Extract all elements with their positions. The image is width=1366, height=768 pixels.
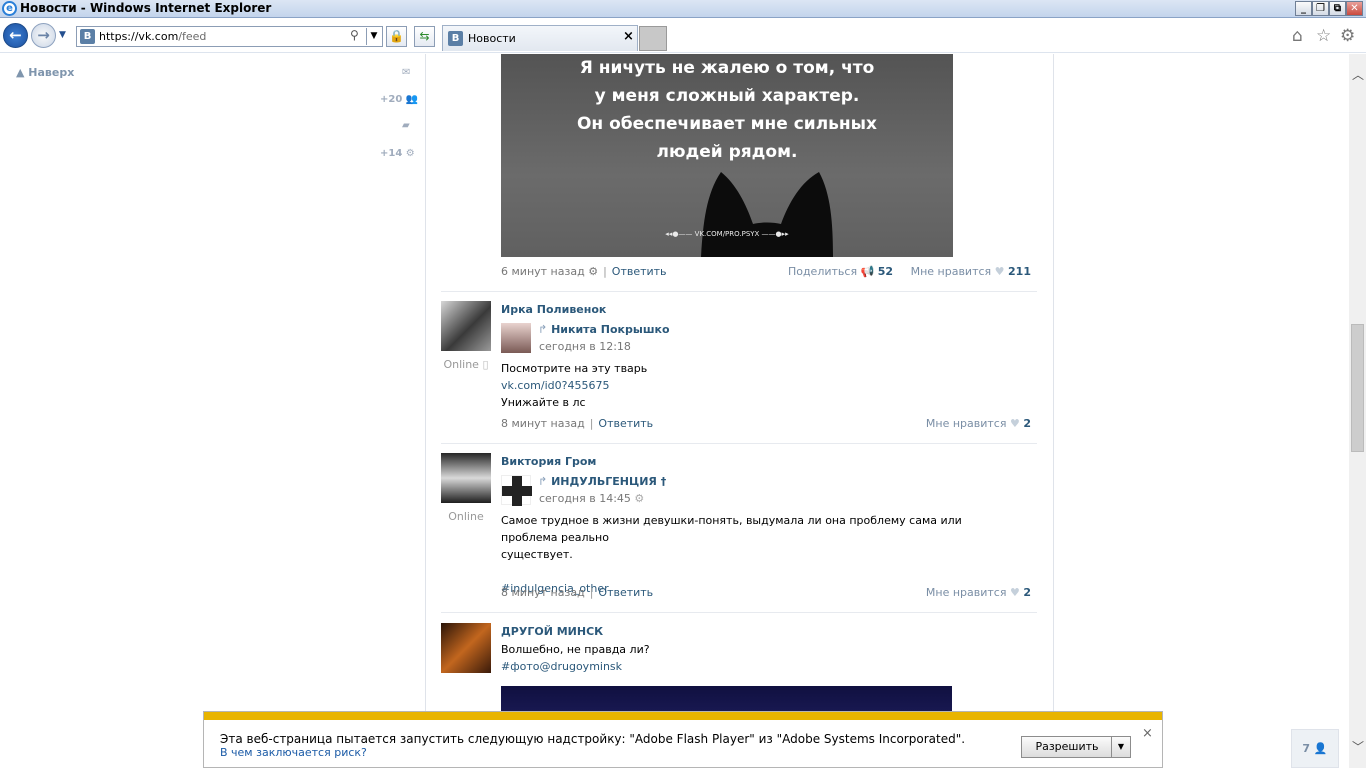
post-image-caption: Я ничуть не жалею о том, что у меня слож… [576,58,878,162]
post-image-watermark: ◂◂●—— VK.COM/PRO.PSYX ——●▸▸ [665,230,789,238]
title-bar: e Новости - Windows Internet Explorer _ … [0,0,1366,18]
search-icon[interactable]: ⚲ [350,28,359,42]
reply-link[interactable]: Ответить [612,265,667,278]
heart-icon: ♥ [1009,586,1020,599]
repost-time[interactable]: сегодня в 14:45 ⚙ [539,492,644,505]
scroll-up-arrow-icon[interactable]: ︿ [1352,66,1364,83]
chat-button[interactable]: 7 👤 [1291,729,1339,768]
maximize-button[interactable]: ❐ [1312,1,1329,16]
tab-close-button[interactable]: × [623,29,634,44]
cross-icon [502,476,532,506]
vk-favicon-icon: B [448,31,463,46]
repost-time[interactable]: сегодня в 12:18 [539,340,631,353]
window-title: Новости - Windows Internet Explorer [20,1,272,15]
url-text[interactable]: https://vk.com/feed [99,30,206,43]
post-divider [441,612,1037,613]
left-sidebar: ▲ Наверх ✉ +20 👥 ▰ +14 ⚙ [0,54,426,768]
post-time[interactable]: 8 минут назад [501,586,585,599]
post-author[interactable]: Виктория Гром [501,455,596,468]
restore-button[interactable]: ⧉ [1329,1,1346,16]
mobile-icon: ▯ [482,358,489,371]
profile-link[interactable]: vk.com/id0?455675 [501,377,1021,394]
tab-label: Новости [468,32,516,45]
post-time[interactable]: 6 минут назад [501,265,585,278]
group-avatar[interactable] [441,623,491,673]
reply-link[interactable]: Ответить [598,417,653,430]
user-icon: 👤 [1313,742,1328,755]
risk-info-link[interactable]: В чем заключается риск? [220,746,367,759]
post-image[interactable]: Я ничуть не жалею о том, что у меня слож… [501,54,953,257]
history-dropdown-icon[interactable]: ▼ [59,30,66,40]
like-button[interactable]: Мне нравится ♥ 2 [926,417,1031,430]
online-status: Online [448,510,484,523]
post-text: Посмотрите на эту тварь vk.com/id0?45567… [501,360,1021,411]
ie-logo-icon: e [2,1,17,16]
gear-icon: ⚙ [634,492,645,505]
new-tab-button[interactable] [639,26,667,51]
tab-news[interactable]: B Новости × [442,25,638,51]
hashtag-link[interactable]: #фото@drugoyminsk [501,658,1021,675]
close-window-button[interactable]: ✕ [1346,1,1363,16]
refresh-icon[interactable]: ⇆ [414,26,435,47]
scroll-up-link[interactable]: ▲ Наверх [16,66,74,79]
back-button[interactable]: ← [3,23,28,48]
news-feed: Я ничуть не жалею о том, что у меня слож… [426,54,1054,768]
scroll-down-arrow-icon[interactable]: ﹀ [1352,738,1364,755]
settings-counter[interactable]: +14 ⚙ [380,148,415,159]
share-button[interactable]: Поделиться 📢 52 [788,265,893,278]
post-time[interactable]: 8 минут назад [501,417,585,430]
avatar[interactable] [441,301,491,351]
repost-avatar[interactable] [501,475,532,506]
minimize-button[interactable]: _ [1295,1,1312,16]
messages-icon[interactable]: ✉ [402,67,410,78]
post-actions: Поделиться 📢 52 Мне нравится ♥ 211 [788,265,1031,278]
like-button[interactable]: Мне нравится ♥ 2 [926,586,1031,599]
repost-author-line[interactable]: ↱ ИНДУЛЬГЕНЦИЯ † [538,475,666,488]
notification-message: Эта веб-страница пытается запустить след… [220,732,966,746]
address-bar[interactable]: B https://vk.com/feed ⚲ ▼ [76,26,383,47]
reply-link[interactable]: Ответить [598,586,653,599]
post-author[interactable]: ДРУГОЙ МИНСК [501,625,603,638]
forward-button[interactable]: → [31,23,56,48]
repost-arrow-icon: ↱ [538,475,548,488]
post-meta: 6 минут назад ⚙ | Ответить [501,265,667,278]
avatar[interactable] [441,453,491,503]
post-divider [441,291,1037,292]
post-meta: 8 минут назад | Ответить [501,417,654,430]
gear-icon[interactable]: ⚙ [588,265,598,278]
allow-button[interactable]: Разрешить ▼ [1021,736,1131,758]
comments-icon[interactable]: ▰ [402,120,410,131]
repost-avatar[interactable] [501,323,531,353]
lock-icon[interactable]: 🔒 [386,26,407,47]
home-icon[interactable]: ⌂ [1292,26,1303,46]
page-scrollbar[interactable]: ︿ ﹀ [1349,54,1366,768]
post-meta: 8 минут назад | Ответить [501,586,654,599]
post-text: Самое трудное в жизни девушки-понять, вы… [501,512,1021,597]
close-notification-button[interactable]: × [1142,726,1153,741]
flash-notification-bar: Эта веб-страница пытается запустить след… [203,711,1163,768]
post-text: Волшебно, не правда ли? #фото@drugoymins… [501,641,1021,675]
heart-icon: ♥ [1009,417,1020,430]
repost-author-line[interactable]: ↱ Никита Покрышко [538,323,670,336]
notification-stripe [204,712,1162,720]
heart-icon: ♥ [994,265,1005,278]
favorites-star-icon[interactable]: ☆ [1316,26,1331,46]
online-status: Online ▯ [443,358,489,371]
post-author[interactable]: Ирка Поливенок [501,303,606,316]
scrollbar-thumb[interactable] [1351,324,1364,452]
settings-gear-icon: ⚙ [405,148,415,159]
vk-favicon-icon: B [80,29,95,44]
post-divider [441,443,1037,444]
friends-counter[interactable]: +20 👥 [380,94,418,105]
allow-dropdown-icon[interactable]: ▼ [1111,737,1130,757]
address-dropdown-icon[interactable]: ▼ [366,28,381,45]
gear-icon[interactable]: ⚙ [1340,26,1355,46]
like-button[interactable]: Мне нравится ♥ 211 [911,265,1031,278]
repost-arrow-icon: ↱ [538,323,548,336]
friends-icon: 👥 [405,94,419,105]
cat-ears-silhouette [701,172,833,257]
navigation-bar: ← → ▼ B https://vk.com/feed ⚲ ▼ 🔒 ⇆ B Но… [0,19,1366,53]
megaphone-icon: 📢 [860,265,875,278]
